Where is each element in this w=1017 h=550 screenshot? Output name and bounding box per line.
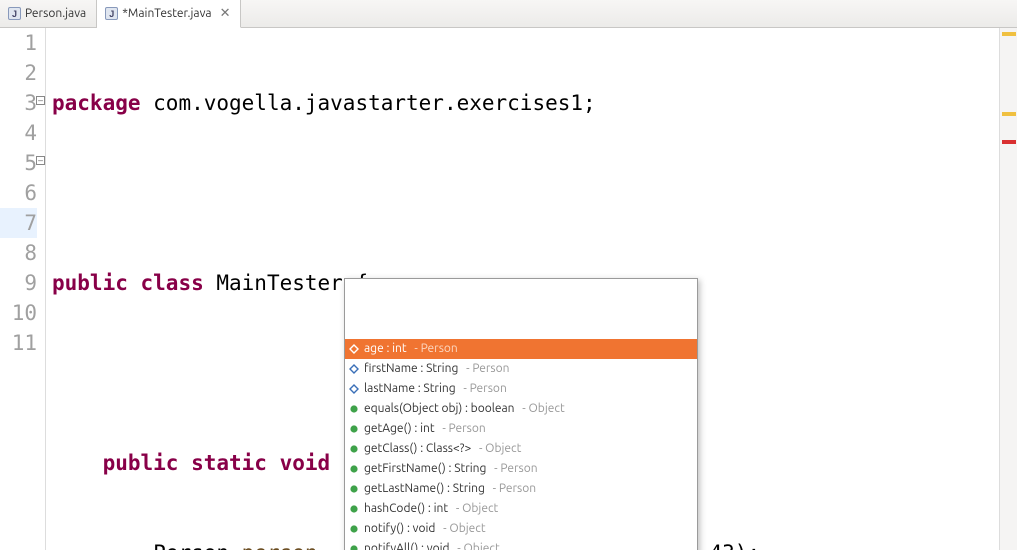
method-icon	[349, 404, 359, 414]
line-number-gutter: 1 2 3 4 5 6 7 8 9 10 11 – –	[0, 28, 46, 550]
method-icon	[349, 444, 359, 454]
java-file-icon: J	[8, 7, 21, 20]
line-number: 6	[0, 178, 37, 208]
line-number: 2	[0, 58, 37, 88]
method-icon	[349, 504, 359, 514]
tab-label: Person.java	[25, 7, 86, 20]
method-icon	[349, 544, 359, 550]
java-file-icon: J	[105, 7, 118, 20]
fold-toggle-icon[interactable]: –	[36, 156, 45, 165]
method-icon	[349, 424, 359, 434]
code-line[interactable]	[46, 178, 1017, 208]
proposal-origin: - Object	[455, 534, 500, 550]
tab-label: *MainTester.java	[122, 7, 211, 20]
line-number: 5	[0, 148, 37, 178]
close-icon[interactable]: ✕	[216, 6, 231, 21]
code-area[interactable]: package com.vogella.javastarter.exercise…	[46, 28, 1017, 550]
line-number: 9	[0, 268, 37, 298]
line-number: 4	[0, 118, 37, 148]
overview-marker[interactable]	[1002, 32, 1016, 36]
code-line[interactable]: package com.vogella.javastarter.exercise…	[46, 88, 1017, 118]
proposal-item[interactable]: notifyAll() : void - Object	[345, 539, 697, 550]
line-number: 8	[0, 238, 37, 268]
content-assist-popup[interactable]: age : int - PersonfirstName : String - P…	[344, 278, 698, 550]
proposal-signature: notifyAll() : void	[364, 534, 450, 550]
method-icon	[349, 484, 359, 494]
line-number: 7	[0, 208, 37, 238]
tab-maintester-java[interactable]: J *MainTester.java ✕	[97, 0, 241, 28]
fold-toggle-icon[interactable]: –	[36, 96, 45, 105]
line-number: 11	[0, 328, 37, 358]
overview-ruler[interactable]	[999, 28, 1017, 550]
method-icon	[349, 524, 359, 534]
proposal-list[interactable]: age : int - PersonfirstName : String - P…	[345, 339, 697, 550]
field-icon	[349, 364, 359, 374]
editor-tab-bar: J Person.java J *MainTester.java ✕	[0, 0, 1017, 28]
code-editor[interactable]: 1 2 3 4 5 6 7 8 9 10 11 – – package com.…	[0, 28, 1017, 550]
tab-person-java[interactable]: J Person.java	[0, 0, 97, 27]
line-number: 3	[0, 88, 37, 118]
line-number: 10	[0, 298, 37, 328]
overview-marker[interactable]	[1002, 112, 1016, 116]
overview-marker[interactable]	[1002, 140, 1016, 144]
proposal-origin: - Object	[520, 394, 565, 424]
field-icon	[349, 384, 359, 394]
line-number: 1	[0, 28, 37, 58]
method-icon	[349, 464, 359, 474]
field-icon	[349, 344, 359, 354]
